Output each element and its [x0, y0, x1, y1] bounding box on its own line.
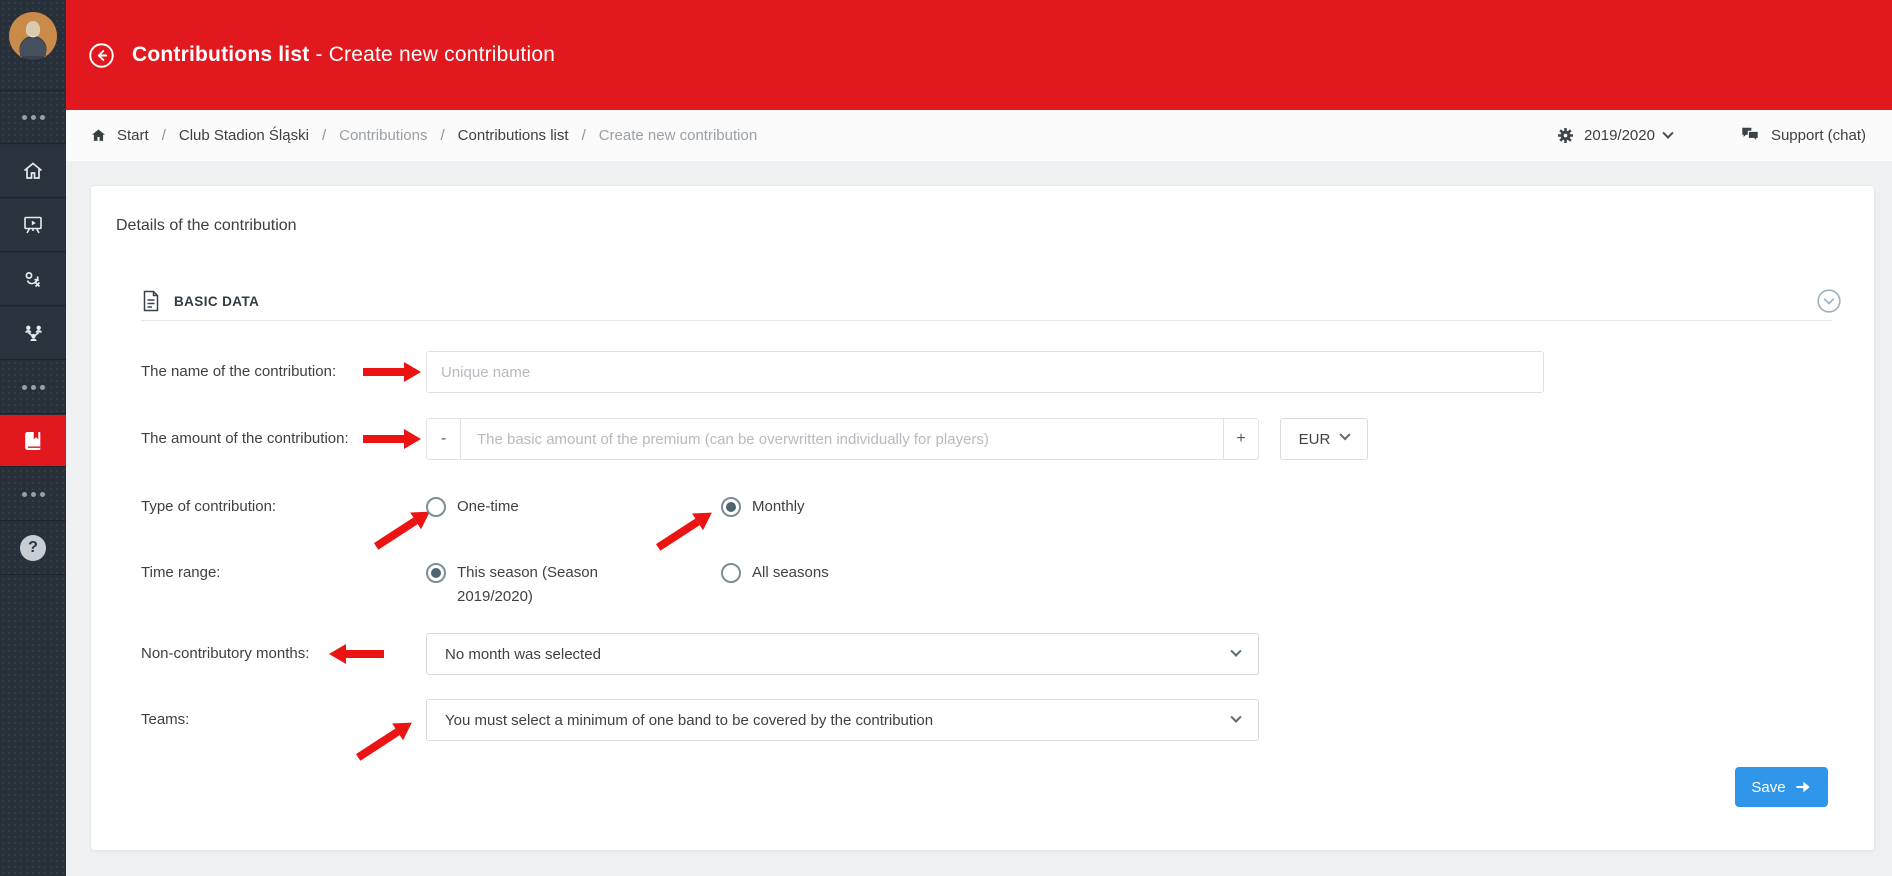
card-title: Details of the contribution	[116, 217, 297, 235]
section-collapse-button[interactable]	[1816, 288, 1842, 314]
breadcrumb-separator: /	[438, 127, 448, 144]
section-title: BASIC DATA	[174, 294, 259, 309]
arrow-right-icon	[1795, 780, 1812, 794]
breadcrumb-home-icon[interactable]	[90, 127, 107, 144]
page-title-rest: - Create new contribution	[315, 43, 555, 66]
sidebar: ?	[0, 0, 66, 876]
amount-increment-button[interactable]: +	[1224, 418, 1259, 460]
radio-monthly-label: Monthly	[752, 497, 805, 517]
breadcrumb-bar-right: 2019/2020 Support (chat)	[1556, 126, 1866, 145]
menu-dots-icon	[22, 492, 45, 497]
sidebar-item-more-bottom[interactable]	[0, 468, 66, 521]
home-icon	[21, 159, 45, 183]
chevron-down-icon	[1340, 429, 1351, 440]
sidebar-item-team-structure[interactable]	[0, 307, 66, 360]
chevron-down-icon	[1662, 127, 1673, 138]
time-range-field-label: Time range:	[141, 563, 413, 583]
team-structure-icon	[21, 321, 46, 346]
chat-icon	[1740, 126, 1761, 145]
radio-this-season-label: This season (Season 2019/2020)	[457, 561, 627, 609]
months-select[interactable]: No month was selected	[426, 633, 1259, 675]
radio-this-season[interactable]: This season (Season 2019/2020)	[426, 563, 627, 609]
sidebar-item-contributions[interactable]	[0, 415, 66, 467]
sidebar-item-help[interactable]: ?	[0, 522, 66, 575]
gear-icon	[1556, 126, 1575, 145]
currency-value: EUR	[1299, 431, 1331, 448]
annotation-arrow-monthly	[653, 504, 718, 556]
sidebar-item-tactics[interactable]	[0, 253, 66, 306]
sidebar-item-more-middle[interactable]	[0, 361, 66, 414]
basic-data-section-header: BASIC DATA	[141, 290, 259, 312]
type-field-label: Type of contribution:	[141, 497, 413, 517]
support-chat-link[interactable]: Support (chat)	[1740, 126, 1866, 145]
months-field-label: Non-contributory months:	[141, 633, 413, 675]
breadcrumb-item-create-new: Create new contribution	[599, 127, 757, 144]
back-button[interactable]	[88, 42, 115, 69]
breadcrumb-item-start[interactable]: Start	[117, 127, 149, 144]
contribution-name-input[interactable]	[426, 351, 1544, 393]
amount-stepper: - +	[426, 418, 1259, 460]
amount-decrement-button[interactable]: -	[426, 418, 461, 460]
breadcrumb-bar: Start / Club Stadion Śląski / Contributi…	[66, 110, 1892, 161]
avatar	[9, 12, 57, 60]
sidebar-item-more-top[interactable]	[0, 91, 66, 144]
radio-monthly[interactable]: Monthly	[721, 497, 805, 517]
currency-select[interactable]: EUR	[1280, 418, 1368, 460]
chevron-down-icon	[1230, 646, 1241, 657]
contribution-amount-input[interactable]	[461, 418, 1224, 460]
save-button-label: Save	[1751, 779, 1785, 796]
teams-select[interactable]: You must select a minimum of one band to…	[426, 699, 1259, 741]
teams-select-value: You must select a minimum of one band to…	[445, 712, 933, 729]
support-chat-label: Support (chat)	[1771, 127, 1866, 144]
contribution-form-card: Details of the contribution BASIC DATA T…	[90, 185, 1875, 851]
radio-all-seasons-label: All seasons	[752, 563, 829, 583]
user-avatar-item[interactable]	[0, 0, 66, 91]
section-divider	[141, 320, 1832, 321]
page-header: Contributions list - Create new contribu…	[66, 0, 1892, 110]
breadcrumb-separator: /	[319, 127, 329, 144]
page-title-strong: Contributions list	[132, 43, 309, 66]
breadcrumb-item-contributions-list[interactable]: Contributions list	[458, 127, 569, 144]
radio-one-time[interactable]: One-time	[426, 497, 519, 517]
breadcrumb-item-club[interactable]: Club Stadion Śląski	[179, 127, 309, 144]
name-field-label: The name of the contribution:	[141, 351, 413, 393]
months-select-value: No month was selected	[445, 646, 601, 663]
breadcrumb-item-contributions: Contributions	[339, 127, 427, 144]
radio-circle[interactable]	[721, 563, 741, 583]
training-board-icon	[21, 213, 45, 237]
menu-dots-icon	[22, 115, 45, 120]
teams-field-label: Teams:	[141, 699, 413, 741]
radio-one-time-label: One-time	[457, 497, 519, 517]
amount-field-label: The amount of the contribution:	[141, 418, 413, 460]
main-content: Details of the contribution BASIC DATA T…	[66, 161, 1892, 876]
season-value: 2019/2020	[1584, 127, 1655, 144]
page-title: Contributions list - Create new contribu…	[132, 43, 555, 67]
contributions-book-icon	[21, 429, 45, 453]
radio-circle[interactable]	[426, 563, 446, 583]
radio-circle[interactable]	[721, 497, 741, 517]
radio-circle[interactable]	[426, 497, 446, 517]
save-button[interactable]: Save	[1735, 767, 1828, 807]
menu-dots-icon	[22, 385, 45, 390]
chevron-down-icon	[1230, 712, 1241, 723]
help-icon: ?	[20, 535, 46, 561]
radio-all-seasons[interactable]: All seasons	[721, 563, 829, 583]
season-picker[interactable]: 2019/2020	[1556, 126, 1672, 145]
breadcrumb-separator: /	[579, 127, 589, 144]
tactics-icon	[21, 267, 45, 291]
sidebar-item-home[interactable]	[0, 145, 66, 198]
document-icon	[141, 290, 161, 312]
sidebar-item-training-board[interactable]	[0, 199, 66, 252]
breadcrumb: Start / Club Stadion Śląski / Contributi…	[90, 127, 757, 144]
breadcrumb-separator: /	[159, 127, 169, 144]
